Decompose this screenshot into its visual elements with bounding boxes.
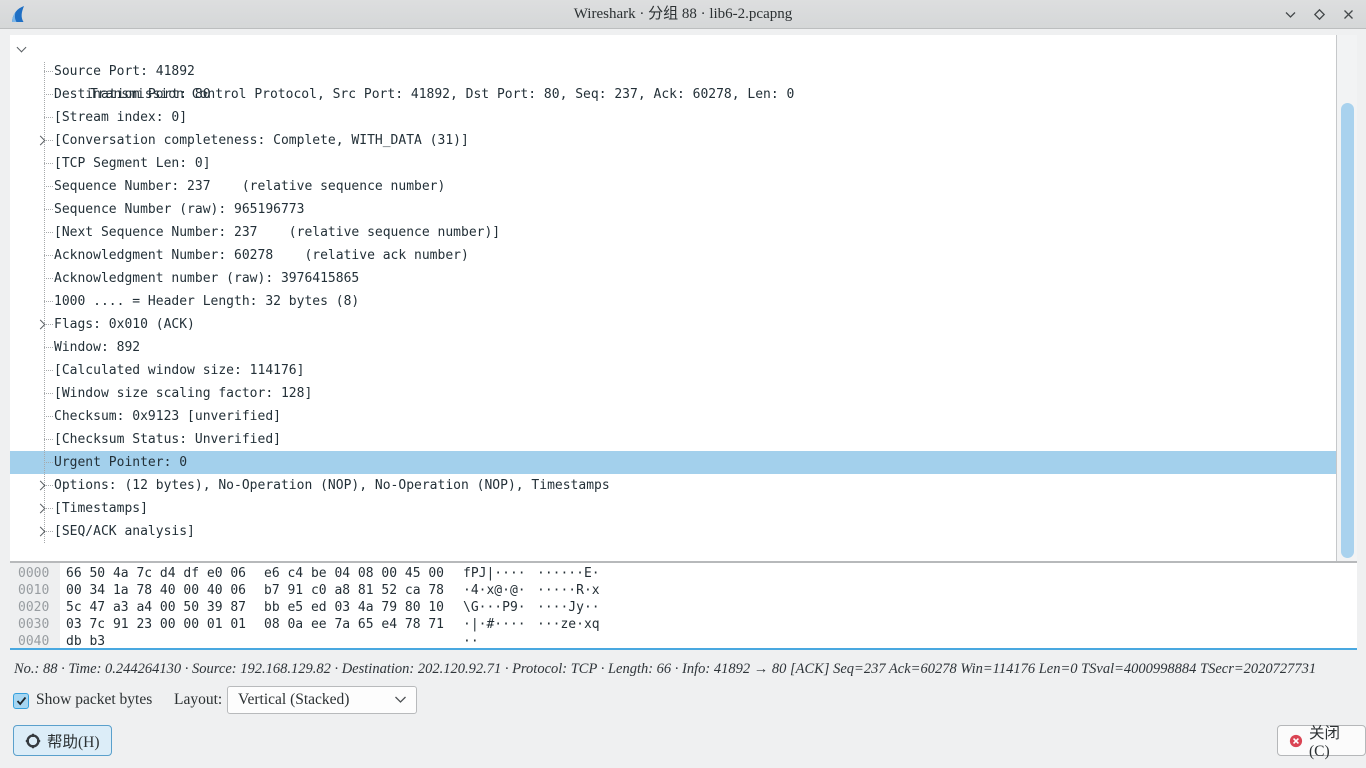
tree-row-label: Window: 892 bbox=[54, 340, 140, 355]
window-title: Wireshark · 分组 88 · lib6-2.pcapng bbox=[0, 0, 1366, 29]
tree-row-label: [Stream index: 0] bbox=[54, 110, 187, 125]
tree-row-label: [Timestamps] bbox=[54, 501, 148, 516]
hex-row[interactable]: 0040 db b3 ·· bbox=[10, 633, 1357, 650]
title-bar: Wireshark · 分组 88 · lib6-2.pcapng bbox=[0, 0, 1366, 29]
tree-scrollbar[interactable] bbox=[1336, 35, 1357, 561]
lifebuoy-help-icon bbox=[25, 733, 41, 749]
tree-row[interactable]: 1000 .... = Header Length: 32 bytes (8) bbox=[10, 290, 1336, 313]
tree-row[interactable]: Options: (12 bytes), No-Operation (NOP),… bbox=[10, 474, 1336, 497]
tree-row-tcp-root[interactable]: Transmission Control Protocol, Src Port:… bbox=[10, 37, 1336, 60]
tree-row[interactable]: [Stream index: 0] bbox=[10, 106, 1336, 129]
tree-row-selected[interactable]: Urgent Pointer: 0 bbox=[10, 451, 1336, 474]
close-button[interactable]: 关闭(C) bbox=[1277, 725, 1366, 756]
tree-row-label: Acknowledgment number (raw): 3976415865 bbox=[54, 271, 359, 286]
tree-row-label: [Checksum Status: Unverified] bbox=[54, 432, 281, 447]
tree-row[interactable]: Acknowledgment number (raw): 3976415865 bbox=[10, 267, 1336, 290]
hex-bytes: e6 c4 be 04 08 00 45 00 bbox=[264, 565, 444, 582]
tree-row[interactable]: [TCP Segment Len: 0] bbox=[10, 152, 1336, 175]
tree-row-label: 1000 .... = Header Length: 32 bytes (8) bbox=[54, 294, 359, 309]
tree-row-label: [Calculated window size: 114176] bbox=[54, 363, 304, 378]
packet-summary-status: No.: 88 · Time: 0.244264130 · Source: 19… bbox=[14, 661, 1354, 678]
help-button-label: 帮助(H) bbox=[47, 730, 100, 752]
tree-row[interactable]: [Checksum Status: Unverified] bbox=[10, 428, 1336, 451]
hex-ascii: ···ze·xq bbox=[537, 616, 600, 633]
packet-detail-tree: Transmission Control Protocol, Src Port:… bbox=[10, 35, 1357, 561]
tree-row[interactable]: [Conversation completeness: Complete, WI… bbox=[10, 129, 1336, 152]
help-button[interactable]: 帮助(H) bbox=[13, 725, 112, 756]
tree-row-label: Acknowledgment Number: 60278 (relative a… bbox=[54, 248, 469, 263]
tree-row-label: Urgent Pointer: 0 bbox=[54, 455, 187, 470]
hex-ascii: \G···P9· bbox=[463, 599, 526, 616]
hex-bytes: 00 34 1a 78 40 00 40 06 bbox=[66, 582, 246, 599]
tree-row[interactable]: [Timestamps] bbox=[10, 497, 1336, 520]
chevron-down-icon bbox=[394, 691, 407, 709]
hex-ascii: ·· bbox=[463, 633, 479, 650]
hex-bytes: bb e5 ed 03 4a 79 80 10 bbox=[264, 599, 444, 616]
close-window-button[interactable] bbox=[1340, 7, 1356, 23]
hex-ascii: ·····R·x bbox=[537, 582, 600, 599]
tree-row[interactable]: Source Port: 41892 bbox=[10, 60, 1336, 83]
tree-row[interactable]: [Window size scaling factor: 128] bbox=[10, 382, 1336, 405]
tree-row[interactable]: [Next Sequence Number: 237 (relative seq… bbox=[10, 221, 1336, 244]
hex-ascii: fPJ|···· bbox=[463, 565, 526, 582]
chevron-expanded-icon[interactable] bbox=[17, 43, 27, 53]
layout-label: Layout: bbox=[174, 691, 222, 709]
tree-row[interactable]: Acknowledgment Number: 60278 (relative a… bbox=[10, 244, 1336, 267]
tree-row[interactable]: Window: 892 bbox=[10, 336, 1336, 359]
tree-row[interactable]: Sequence Number: 237 (relative sequence … bbox=[10, 175, 1336, 198]
tree-row-label: [SEQ/ACK analysis] bbox=[54, 524, 195, 539]
hex-ascii: ····Jy·· bbox=[537, 599, 600, 616]
hex-bytes: db b3 bbox=[66, 633, 105, 650]
tree-row-label: Sequence Number (raw): 965196773 bbox=[54, 202, 304, 217]
hex-row[interactable]: 0020 5c 47 a3 a4 00 50 39 87 bb e5 ed 03 4… bbox=[10, 599, 1357, 616]
hex-offset: 0010 bbox=[18, 582, 49, 599]
hex-row[interactable]: 0010 00 34 1a 78 40 00 40 06 b7 91 c0 a8 8… bbox=[10, 582, 1357, 599]
hex-bytes: 03 7c 91 23 00 00 01 01 bbox=[66, 616, 246, 633]
hex-bytes: 5c 47 a3 a4 00 50 39 87 bbox=[66, 599, 246, 616]
hex-offset: 0000 bbox=[18, 565, 49, 582]
checkmark-icon bbox=[16, 696, 27, 706]
layout-select[interactable]: Vertical (Stacked) bbox=[227, 686, 417, 714]
tree-row-label: Destination Port: 80 bbox=[54, 87, 211, 102]
tree-row[interactable]: Sequence Number (raw): 965196773 bbox=[10, 198, 1336, 221]
maximize-button[interactable] bbox=[1311, 7, 1327, 23]
packet-bytes-pane[interactable]: 0000 66 50 4a 7c d4 df e0 06 e6 c4 be 04 0… bbox=[10, 563, 1357, 650]
show-packet-bytes-checkbox[interactable] bbox=[13, 693, 29, 709]
hex-bytes: b7 91 c0 a8 81 52 ca 78 bbox=[264, 582, 444, 599]
tree-row[interactable]: Checksum: 0x9123 [unverified] bbox=[10, 405, 1336, 428]
close-button-label: 关闭(C) bbox=[1309, 721, 1354, 761]
hex-ascii: ·4·x@·@· bbox=[463, 582, 526, 599]
minimize-button[interactable] bbox=[1282, 7, 1298, 23]
tree-row-label: Options: (12 bytes), No-Operation (NOP),… bbox=[54, 478, 610, 493]
hex-bytes: 66 50 4a 7c d4 df e0 06 bbox=[66, 565, 246, 582]
hex-offset: 0040 bbox=[18, 633, 49, 650]
tree-row-label: [Next Sequence Number: 237 (relative seq… bbox=[54, 225, 500, 240]
hex-bytes: 08 0a ee 7a 65 e4 78 71 bbox=[264, 616, 444, 633]
tree-row-label: [Conversation completeness: Complete, WI… bbox=[54, 133, 469, 148]
tree-scrollbar-thumb[interactable] bbox=[1341, 103, 1354, 558]
tree-guide-line bbox=[44, 62, 45, 543]
hex-row[interactable]: 0030 03 7c 91 23 00 00 01 01 08 0a ee 7a 6… bbox=[10, 616, 1357, 633]
show-packet-bytes-label: Show packet bytes bbox=[36, 691, 152, 709]
hex-ascii: ·|·#···· bbox=[463, 616, 526, 633]
tree-row-label: Sequence Number: 237 (relative sequence … bbox=[54, 179, 445, 194]
tree-row[interactable]: [SEQ/ACK analysis] bbox=[10, 520, 1336, 543]
hex-offset: 0020 bbox=[18, 599, 49, 616]
hex-offset: 0030 bbox=[18, 616, 49, 633]
tree-row-label: [Window size scaling factor: 128] bbox=[54, 386, 312, 401]
red-circle-x-icon bbox=[1289, 733, 1303, 749]
tree-row-label: Checksum: 0x9123 [unverified] bbox=[54, 409, 281, 424]
tree-row[interactable]: Flags: 0x010 (ACK) bbox=[10, 313, 1336, 336]
tree-row-label: Source Port: 41892 bbox=[54, 64, 195, 79]
tree-row-label: [TCP Segment Len: 0] bbox=[54, 156, 211, 171]
hex-ascii: ······E· bbox=[537, 565, 600, 582]
tree-row[interactable]: [Calculated window size: 114176] bbox=[10, 359, 1336, 382]
layout-selected-value: Vertical (Stacked) bbox=[228, 691, 394, 709]
hex-row[interactable]: 0000 66 50 4a 7c d4 df e0 06 e6 c4 be 04 0… bbox=[10, 565, 1357, 582]
tree-row-label: Flags: 0x010 (ACK) bbox=[54, 317, 195, 332]
